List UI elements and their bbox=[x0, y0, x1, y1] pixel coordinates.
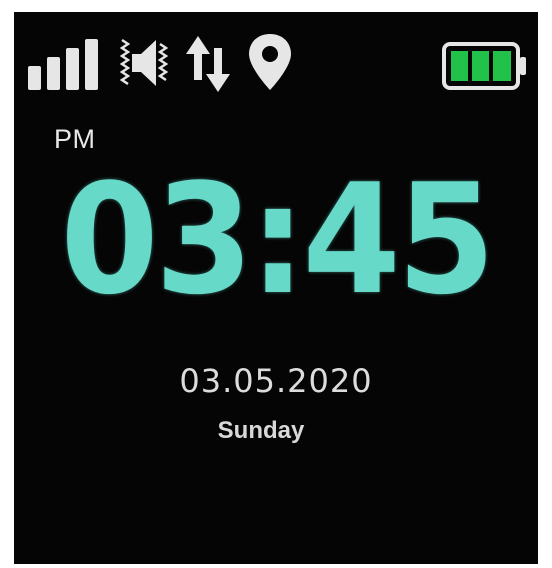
time-display: 03:45 bbox=[60, 151, 495, 328]
signal-icon bbox=[28, 38, 108, 90]
battery-icon bbox=[442, 42, 528, 90]
volume-icon bbox=[118, 34, 170, 92]
data-transfer-icon bbox=[184, 34, 234, 94]
watch-device: PM 03:45 03.05.2020 Sunday bbox=[0, 0, 552, 568]
watch-screen: PM 03:45 03.05.2020 Sunday bbox=[14, 12, 538, 564]
date-display: 03.05.2020 bbox=[179, 362, 373, 400]
status-bar bbox=[14, 12, 538, 112]
location-icon bbox=[246, 32, 294, 92]
weekday-display: Sunday bbox=[217, 417, 305, 444]
